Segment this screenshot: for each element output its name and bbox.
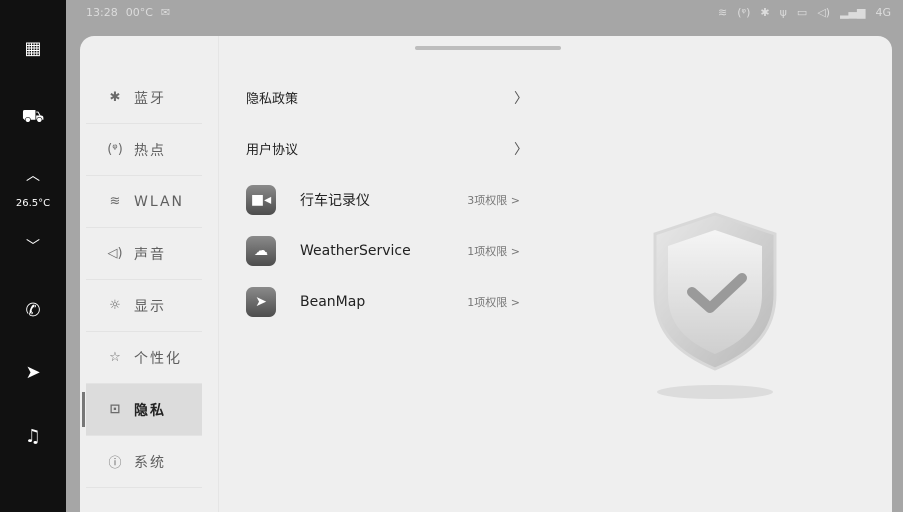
info-icon: ⓘ	[108, 456, 122, 471]
temp-down-icon[interactable]: ﹀	[0, 236, 66, 256]
privacy-content: 隐私政策 〉 用户协议 〉 ■◂ 行车记录仪 3项权限 > ☁ WeatherS…	[246, 72, 536, 327]
app-row-dashcam[interactable]: ■◂ 行车记录仪 3项权限 >	[246, 174, 536, 225]
status-time: 13:28	[86, 6, 118, 19]
wifi-icon: ≋	[109, 194, 121, 209]
phone-icon[interactable]: ✆	[0, 300, 66, 321]
status-bar: 13:28 00°C ✉ ≋ (ᵠ) ✱ ψ ▭ ◁) ▂▄▆ 4G	[80, 0, 903, 26]
privacy-policy-link[interactable]: 隐私政策 〉	[246, 72, 536, 123]
temperature-readout: 26.5°C	[15, 198, 51, 209]
side-dock: ▦ ⛟ ︿ 26.5°C ﹀ ✆ ➤ ♫	[0, 0, 66, 512]
chevron-right-icon: 〉	[514, 90, 528, 107]
speaker-icon: ◁)	[107, 246, 123, 261]
app-name: WeatherService	[300, 242, 411, 259]
menu-item-system[interactable]: ⓘ 系统	[86, 436, 202, 488]
navigation-icon[interactable]: ➤	[0, 362, 66, 383]
app-row-beanmap[interactable]: ➤ BeanMap 1项权限 >	[246, 276, 536, 327]
hotspot-icon: (ᵠ)	[107, 142, 123, 157]
menu-item-label: 显示	[134, 298, 166, 315]
menu-item-privacy[interactable]: ⊡ 隐私	[82, 384, 202, 436]
menu-item-label: 隐私	[134, 402, 166, 419]
user-agreement-label: 用户协议	[246, 143, 299, 158]
settings-panel: ✱ 蓝牙 (ᵠ) 热点 ≋ WLAN ◁) 声音 ☼ 显示 ☆ 个性化 ⊡ 隐私…	[80, 36, 892, 512]
bluetooth-icon: ✱	[109, 90, 121, 105]
menu-item-sound[interactable]: ◁) 声音	[86, 228, 202, 280]
user-agreement-link[interactable]: 用户协议 〉	[246, 123, 536, 174]
drag-handle[interactable]	[415, 46, 561, 50]
message-icon: ✉	[160, 6, 171, 19]
music-icon[interactable]: ♫	[0, 426, 66, 447]
menu-item-label: 个性化	[134, 350, 182, 367]
menu-item-label: 蓝牙	[134, 90, 166, 107]
cloud-icon: ☁	[246, 235, 276, 266]
privacy-policy-label: 隐私政策	[246, 92, 299, 107]
menu-item-wlan[interactable]: ≋ WLAN	[86, 176, 202, 228]
divider	[218, 36, 219, 512]
menu-item-label: 系统	[134, 454, 166, 471]
menu-item-hotspot[interactable]: (ᵠ) 热点	[86, 124, 202, 176]
hotspot-icon: (ᵠ)	[737, 6, 751, 19]
network-type: 4G	[875, 6, 891, 19]
lock-icon: ⊡	[109, 402, 121, 417]
car-icon[interactable]: ⛟	[0, 106, 66, 130]
menu-item-personalization[interactable]: ☆ 个性化	[86, 332, 202, 384]
menu-item-display[interactable]: ☼ 显示	[86, 280, 202, 332]
chevron-right-icon: 〉	[514, 141, 528, 158]
apps-grid-icon[interactable]: ▦	[0, 38, 66, 59]
app-name: BeanMap	[300, 293, 366, 310]
permission-count: 1项权限 >	[467, 244, 520, 258]
menu-item-label: 声音	[134, 246, 166, 263]
star-icon: ☆	[109, 350, 121, 365]
permission-count: 1项权限 >	[467, 295, 520, 309]
bluetooth-icon: ✱	[760, 6, 770, 19]
status-temperature: 00°C	[125, 6, 153, 19]
app-name: 行车记录仪	[300, 192, 370, 209]
screen-icon: ▭	[796, 6, 808, 19]
temp-up-icon[interactable]: ︿	[0, 165, 66, 185]
menu-item-bluetooth[interactable]: ✱ 蓝牙	[86, 72, 202, 124]
shield-check-icon	[653, 212, 777, 399]
permission-count: 3项权限 >	[467, 193, 520, 207]
volume-icon: ◁)	[817, 6, 831, 19]
camera-icon: ■◂	[246, 184, 276, 215]
menu-item-label: 热点	[134, 142, 166, 159]
brightness-icon: ☼	[109, 298, 121, 313]
usb-icon: ψ	[779, 6, 787, 19]
menu-item-label: WLAN	[134, 193, 185, 210]
app-row-weather[interactable]: ☁ WeatherService 1项权限 >	[246, 225, 536, 276]
signal-icon: ▂▄▆	[840, 6, 866, 19]
navigation-icon: ➤	[246, 286, 276, 317]
wifi-icon: ≋	[718, 6, 728, 19]
settings-menu: ✱ 蓝牙 (ᵠ) 热点 ≋ WLAN ◁) 声音 ☼ 显示 ☆ 个性化 ⊡ 隐私…	[80, 72, 218, 488]
